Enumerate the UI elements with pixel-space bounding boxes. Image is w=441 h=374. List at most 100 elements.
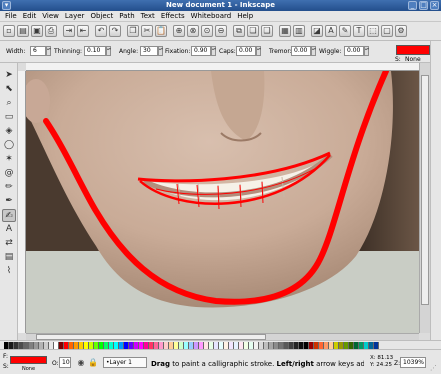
vertical-scroll-thumb[interactable]: [421, 75, 429, 305]
rectangle-tool-icon[interactable]: ▭: [2, 111, 16, 124]
duplicate-icon[interactable]: ⧉: [233, 25, 245, 37]
stroke-label: S:: [3, 363, 9, 370]
window-title: New document 1 - Inkscape: [166, 1, 275, 9]
menu-bar: File Edit View Layer Object Path Text Ef…: [0, 11, 441, 22]
caps-spin[interactable]: ▴▾: [256, 46, 261, 56]
selected-style-fill-swatch[interactable]: [396, 45, 430, 55]
ungroup-icon[interactable]: ▥: [293, 25, 305, 37]
redo-icon[interactable]: ↷: [109, 25, 121, 37]
menu-view[interactable]: View: [39, 11, 62, 21]
thinning-spin[interactable]: ▴▾: [106, 46, 111, 56]
lock-icon[interactable]: 🔒: [88, 358, 98, 368]
y-value: 24.25: [376, 362, 392, 368]
thinning-input[interactable]: 0.10: [84, 46, 106, 56]
text-tool-icon[interactable]: A: [2, 223, 16, 236]
menu-path[interactable]: Path: [116, 11, 137, 21]
save-icon[interactable]: ▣: [31, 25, 43, 37]
fill-stroke-icon[interactable]: ◪: [311, 25, 323, 37]
status-msg-tail: arrow keys adju...: [316, 360, 364, 368]
color-palette: [0, 340, 441, 350]
menu-edit[interactable]: Edit: [20, 11, 40, 21]
undo-icon[interactable]: ↶: [95, 25, 107, 37]
open-icon[interactable]: ▤: [17, 25, 29, 37]
align-icon[interactable]: T: [353, 25, 365, 37]
document-properties-icon[interactable]: ⚙: [395, 25, 407, 37]
menu-text[interactable]: Text: [138, 11, 158, 21]
minimize-icon[interactable]: _: [408, 1, 417, 10]
tool-controls-bar: Width: 6 ▴▾ Thinning: 0.10 ▴▾ Angle: 30 …: [0, 41, 441, 63]
tremor-input[interactable]: 0.00: [291, 46, 311, 56]
zoom-width-icon[interactable]: ⊖: [215, 25, 227, 37]
zoom-page-icon[interactable]: ⊙: [201, 25, 213, 37]
new-document-icon[interactable]: ▫: [3, 25, 15, 37]
zoom-drawing-icon[interactable]: ⊗: [187, 25, 199, 37]
dropper-tool-icon[interactable]: ⌇: [2, 265, 16, 278]
text-font-icon[interactable]: A: [325, 25, 337, 37]
opacity-input[interactable]: 10: [59, 357, 71, 368]
3d-box-tool-icon[interactable]: ◈: [2, 125, 16, 138]
angle-spin[interactable]: ▴▾: [158, 46, 163, 56]
group-icon[interactable]: ▦: [279, 25, 291, 37]
wiggle-input[interactable]: 0.00: [344, 46, 364, 56]
x-value: 81.13: [377, 355, 394, 361]
cut-icon[interactable]: ✂: [141, 25, 153, 37]
layer-select[interactable]: •Layer 1: [103, 357, 147, 368]
toolbox: ➤ ⬉ ⌕ ▭ ◈ ◯ ✶ @ ✏ ✒ ✍ A ⇄ ▤ ⌇: [0, 63, 18, 340]
gradient-tool-icon[interactable]: ▤: [2, 251, 16, 264]
menu-file[interactable]: File: [2, 11, 20, 21]
close-icon[interactable]: ×: [430, 1, 439, 10]
selector-tool-icon[interactable]: ➤: [2, 69, 16, 82]
vertical-ruler[interactable]: [18, 71, 26, 333]
menu-effects[interactable]: Effects: [158, 11, 188, 21]
horizontal-scrollbar[interactable]: [26, 333, 419, 340]
angle-input[interactable]: 30: [140, 46, 158, 56]
pen-tool-icon[interactable]: ✒: [2, 195, 16, 208]
print-icon[interactable]: ⎙: [45, 25, 57, 37]
width-input[interactable]: 6: [30, 46, 46, 56]
menu-help[interactable]: Help: [234, 11, 256, 21]
paste-icon[interactable]: 📋: [155, 25, 167, 37]
tremor-spin[interactable]: ▴▾: [311, 46, 316, 56]
caps-input[interactable]: 0.00: [236, 46, 256, 56]
visibility-icon[interactable]: ◉: [76, 358, 86, 368]
snap-controls-bar: [430, 41, 441, 340]
pencil-tool-icon[interactable]: ✏: [2, 181, 16, 194]
ellipse-tool-icon[interactable]: ◯: [2, 139, 16, 152]
preferences-icon[interactable]: ▢: [381, 25, 393, 37]
vertical-scrollbar[interactable]: [419, 63, 430, 333]
fixation-input[interactable]: 0.90: [191, 46, 211, 56]
resize-grip-icon[interactable]: ⋰: [430, 364, 437, 372]
maximize-icon[interactable]: □: [419, 1, 428, 10]
zoom-input[interactable]: 1039%: [400, 357, 426, 368]
opacity-label: O:: [52, 360, 59, 367]
fill-swatch[interactable]: [10, 356, 47, 364]
connector-tool-icon[interactable]: ⇄: [2, 237, 16, 250]
calligraphy-tool-icon[interactable]: ✍: [2, 209, 16, 222]
drawing-canvas[interactable]: [26, 71, 419, 333]
export-icon[interactable]: ⇤: [77, 25, 89, 37]
fixation-label: Fixation:: [165, 48, 191, 55]
zoom-tool-icon[interactable]: ⌕: [2, 97, 16, 110]
cursor-coordinates: X: 81.13 Y: 24.25: [370, 355, 393, 369]
tremor-label: Tremor:: [269, 48, 292, 55]
menu-object[interactable]: Object: [87, 11, 116, 21]
spiral-tool-icon[interactable]: @: [2, 167, 16, 180]
palette-swatch[interactable]: [374, 342, 379, 349]
menu-layer[interactable]: Layer: [62, 11, 88, 21]
xml-editor-icon[interactable]: ✎: [339, 25, 351, 37]
transform-icon[interactable]: ⬚: [367, 25, 379, 37]
import-icon[interactable]: ⇥: [63, 25, 75, 37]
y-label: Y:: [370, 362, 375, 368]
clone-icon[interactable]: ❏: [247, 25, 259, 37]
copy-icon[interactable]: ❐: [127, 25, 139, 37]
horizontal-ruler[interactable]: [26, 63, 419, 71]
unlink-clone-icon[interactable]: ❑: [261, 25, 273, 37]
width-spin[interactable]: ▴▾: [46, 46, 51, 56]
menu-whiteboard[interactable]: Whiteboard: [188, 11, 235, 21]
fixation-spin[interactable]: ▴▾: [211, 46, 216, 56]
node-tool-icon[interactable]: ⬉: [2, 83, 16, 96]
status-msg-mid: to paint a calligraphic stroke.: [170, 360, 277, 368]
star-tool-icon[interactable]: ✶: [2, 153, 16, 166]
wiggle-spin[interactable]: ▴▾: [364, 46, 369, 56]
zoom-selection-icon[interactable]: ⊕: [173, 25, 185, 37]
